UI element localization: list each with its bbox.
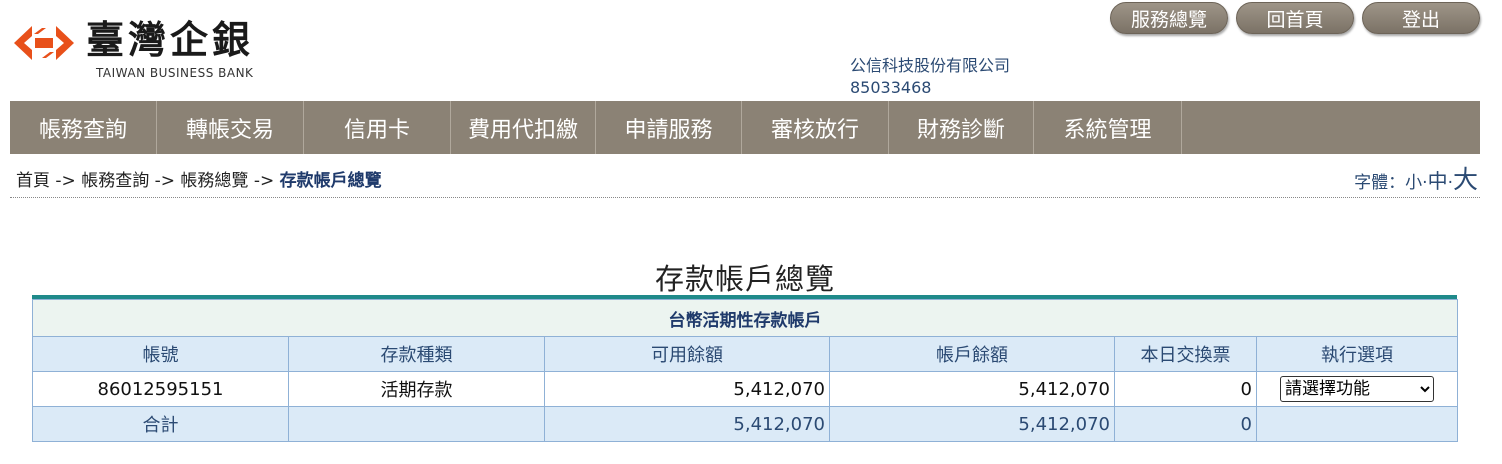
- breadcrumb-current: 存款帳戶總覽: [279, 171, 382, 191]
- menu-item-payment-deduction[interactable]: 費用代扣繳: [451, 101, 596, 154]
- header-clearing: 本日交換票: [1114, 336, 1257, 372]
- total-balance: 5,412,070: [829, 406, 1115, 442]
- total-label: 合計: [32, 406, 289, 442]
- main-menu: 帳務查詢 轉帳交易 信用卡 費用代扣繳 申請服務 審核放行 財務診斷 系統管理: [10, 101, 1480, 154]
- table-header-row: 帳號 存款種類 可用餘額 帳戶餘額 本日交換票 執行選項: [32, 336, 1458, 372]
- divider: [10, 197, 1480, 198]
- header-type: 存款種類: [288, 336, 545, 372]
- total-clearing: 0: [1114, 406, 1257, 442]
- menu-item-approval[interactable]: 審核放行: [742, 101, 889, 154]
- table-section-header: 台幣活期性存款帳戶: [32, 299, 1458, 337]
- cell-available: 5,412,070: [544, 371, 830, 407]
- font-size-label: 字體：: [1354, 173, 1406, 193]
- font-size-switcher: 字體：小·中·大: [1354, 160, 1478, 196]
- total-available: 5,412,070: [544, 406, 830, 442]
- font-size-small[interactable]: 小: [1405, 173, 1422, 193]
- action-select[interactable]: 請選擇功能: [1280, 376, 1434, 402]
- breadcrumb-separator: ->: [154, 171, 175, 191]
- page-title: 存款帳戶總覽: [654, 262, 835, 296]
- menu-item-credit-card[interactable]: 信用卡: [304, 101, 451, 154]
- font-size-large[interactable]: 大: [1453, 165, 1478, 194]
- bank-logo[interactable]: 臺灣企銀 TAIWAN BUSINESS BANK: [12, 18, 282, 84]
- home-button[interactable]: 回首頁: [1236, 2, 1354, 34]
- cell-action: 請選擇功能: [1256, 371, 1458, 407]
- company-info: 公信科技股份有限公司 85033468: [850, 55, 1010, 99]
- header-available: 可用餘額: [544, 336, 830, 372]
- table-total-row: 合計 5,412,070 5,412,070 0: [32, 406, 1458, 442]
- section-title: 台幣活期性存款帳戶: [32, 299, 1458, 337]
- logo-mark-icon: [14, 26, 74, 60]
- deposit-account-table: 台幣活期性存款帳戶 帳號 存款種類 可用餘額 帳戶餘額 本日交換票 執行選項 8…: [32, 295, 1458, 442]
- total-action-empty: [1256, 406, 1458, 442]
- company-name: 公信科技股份有限公司: [850, 56, 1011, 75]
- breadcrumb-home[interactable]: 首頁: [16, 171, 50, 191]
- logout-button[interactable]: 登出: [1362, 2, 1480, 34]
- breadcrumb-separator: ->: [253, 171, 275, 191]
- cell-balance: 5,412,070: [829, 371, 1115, 407]
- font-size-medium[interactable]: 中: [1428, 169, 1448, 193]
- cell-type: 活期存款: [288, 371, 545, 407]
- table-row: 86012595151 活期存款 5,412,070 5,412,070 0 請…: [32, 371, 1458, 407]
- menu-item-system-management[interactable]: 系統管理: [1034, 101, 1182, 154]
- breadcrumb-separator: ->: [55, 171, 76, 191]
- cell-clearing: 0: [1114, 371, 1257, 407]
- menu-item-financial-diagnosis[interactable]: 財務診斷: [889, 101, 1034, 154]
- menu-item-application[interactable]: 申請服務: [596, 101, 742, 154]
- top-button-group: 服務總覽 回首頁 登出: [1110, 2, 1480, 34]
- bank-subtitle: TAIWAN BUSINESS BANK: [96, 66, 254, 80]
- menu-item-account-inquiry[interactable]: 帳務查詢: [10, 101, 157, 154]
- breadcrumb: 首頁 -> 帳務查詢 -> 帳務總覽 -> 存款帳戶總覽: [16, 166, 382, 191]
- breadcrumb-account-overview[interactable]: 帳務總覽: [180, 171, 248, 191]
- cell-account[interactable]: 86012595151: [32, 371, 289, 407]
- company-id: 85033468: [850, 78, 932, 97]
- menu-item-transfer[interactable]: 轉帳交易: [157, 101, 304, 154]
- service-overview-button[interactable]: 服務總覽: [1110, 2, 1228, 34]
- bank-name: 臺灣企銀: [86, 18, 255, 62]
- header-balance: 帳戶餘額: [829, 336, 1115, 372]
- header-action: 執行選項: [1256, 336, 1458, 372]
- breadcrumb-account-inquiry[interactable]: 帳務查詢: [81, 171, 149, 191]
- header-account: 帳號: [32, 336, 289, 372]
- total-type-empty: [288, 406, 545, 442]
